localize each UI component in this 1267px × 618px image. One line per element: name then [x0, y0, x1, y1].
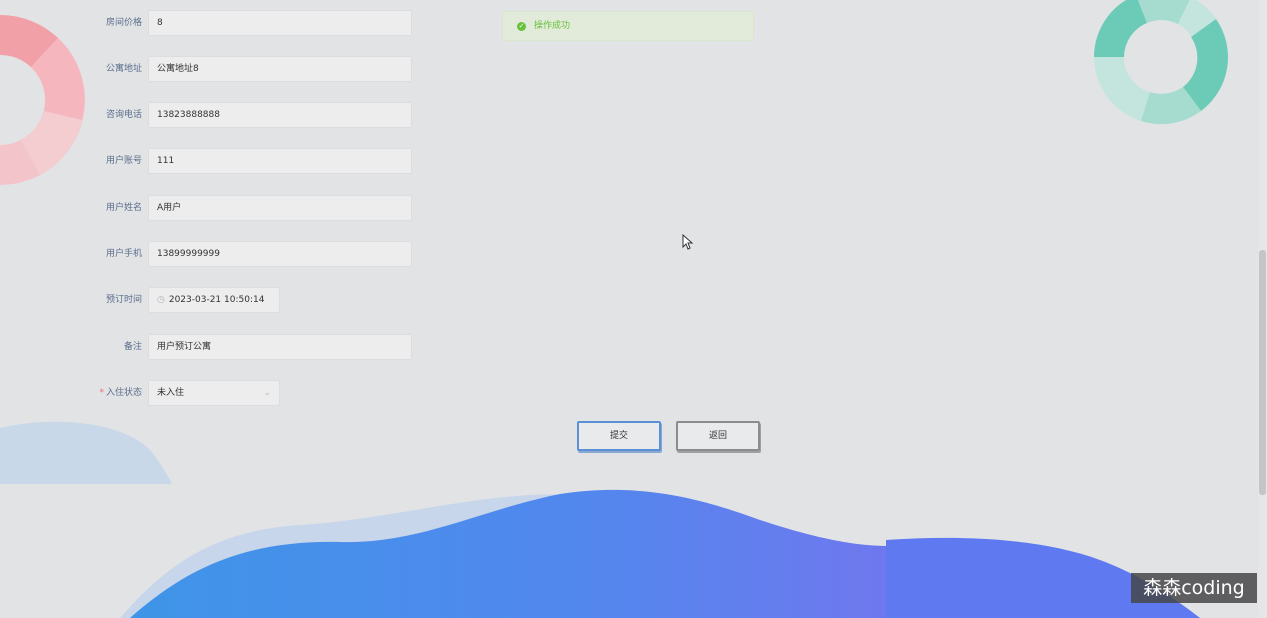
field-label: 公寓地址: [105, 64, 142, 74]
check-circle-icon: ✓: [517, 22, 526, 31]
phone-input[interactable]: 13823888888: [148, 102, 412, 128]
field-label: 用户姓名: [105, 203, 142, 213]
checkin-status-select[interactable]: 未入住 ⌄: [148, 380, 280, 406]
field-label: 房间价格: [105, 18, 142, 28]
form-row-username: 用户姓名 A用户: [0, 195, 420, 221]
field-label: * 入住状态: [99, 380, 142, 406]
toast-message: 操作成功: [534, 21, 571, 31]
decorative-blue-wave: [120, 489, 1200, 618]
form-row-address: 公寓地址 公寓地址8: [0, 56, 420, 82]
form-row-booking-time: 预订时间 ◷ 2023-03-21 10:50:14: [0, 287, 420, 313]
back-button[interactable]: 返回: [676, 421, 760, 451]
form-row-remark: 备注 用户预订公寓: [0, 334, 420, 360]
required-mark: *: [99, 388, 104, 398]
price-input[interactable]: 8: [148, 10, 412, 36]
form-row-account: 用户账号 111: [0, 148, 420, 174]
mouse-cursor-icon: [682, 234, 694, 250]
mobile-input[interactable]: 13899999999: [148, 241, 412, 267]
field-label: 用户手机: [105, 249, 142, 259]
scrollbar-thumb[interactable]: [1259, 250, 1266, 495]
chevron-down-icon: ⌄: [263, 388, 271, 398]
form-row-checkin-status: * 入住状态 未入住 ⌄: [0, 380, 420, 406]
booking-time-value: 2023-03-21 10:50:14: [168, 295, 265, 305]
field-label: 预订时间: [105, 295, 142, 305]
watermark: 森森coding: [1131, 573, 1257, 603]
form-row-price: 房间价格 8: [0, 10, 420, 36]
field-label: 备注: [123, 342, 142, 352]
remark-input[interactable]: 用户预订公寓: [148, 334, 412, 360]
form-row-phone: 咨询电话 13823888888: [0, 102, 420, 128]
page: 房间价格 8 公寓地址 公寓地址8 咨询电话 13823888888 用户账号 …: [0, 0, 1267, 618]
field-label-text: 入住状态: [105, 388, 142, 398]
username-input[interactable]: A用户: [148, 195, 412, 221]
booking-time-picker[interactable]: ◷ 2023-03-21 10:50:14: [148, 287, 280, 313]
field-label: 用户账号: [105, 156, 142, 166]
account-input[interactable]: 111: [148, 148, 412, 174]
submit-button[interactable]: 提交: [577, 421, 661, 451]
checkin-status-value: 未入住: [157, 388, 185, 398]
form-row-mobile: 用户手机 13899999999: [0, 241, 420, 267]
clock-icon: ◷: [157, 295, 165, 305]
address-input[interactable]: 公寓地址8: [148, 56, 412, 82]
scrollbar[interactable]: [1258, 0, 1267, 618]
success-toast: ✓ 操作成功: [502, 11, 754, 41]
field-label: 咨询电话: [105, 110, 142, 120]
decorative-green-donut: [1094, 0, 1228, 125]
